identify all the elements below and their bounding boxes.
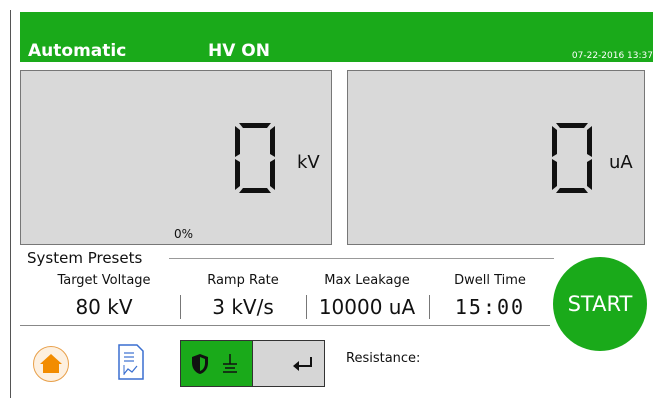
ground-icon bbox=[223, 354, 237, 373]
report-button[interactable] bbox=[117, 343, 145, 381]
dwell-time-value[interactable]: 15:00 bbox=[430, 295, 550, 319]
voltage-unit: kV bbox=[297, 152, 320, 173]
shield-icon bbox=[192, 354, 208, 374]
return-icon bbox=[293, 357, 312, 371]
ramp-rate-value[interactable]: 3 kV/s bbox=[183, 295, 303, 319]
current-display-panel: uA bbox=[347, 70, 645, 245]
preset-separator bbox=[180, 295, 181, 319]
datetime-label: 07-22-2016 13:37 bbox=[571, 51, 653, 61]
ground-toggle[interactable] bbox=[180, 340, 325, 387]
max-leakage-label: Max Leakage bbox=[324, 273, 410, 288]
target-voltage-value[interactable]: 80 kV bbox=[44, 295, 164, 319]
system-presets-title: System Presets bbox=[27, 249, 143, 267]
voltage-display-panel: kV 0% bbox=[20, 70, 332, 245]
current-seven-segment-digit bbox=[552, 123, 592, 193]
hv-status-label: HV ON bbox=[208, 41, 270, 61]
ground-toggle-on-side[interactable] bbox=[181, 341, 253, 386]
bottom-divider bbox=[20, 325, 550, 326]
resistance-label: Resistance: bbox=[346, 351, 421, 366]
document-icon bbox=[118, 344, 144, 380]
voltage-seven-segment-digit bbox=[235, 123, 275, 193]
home-button[interactable] bbox=[33, 346, 69, 382]
home-icon bbox=[40, 354, 62, 373]
max-leakage-value[interactable]: 10000 uA bbox=[307, 295, 427, 319]
ground-toggle-off-side[interactable] bbox=[253, 341, 324, 386]
start-button[interactable]: START bbox=[553, 257, 647, 351]
left-frame-line bbox=[10, 10, 11, 398]
target-voltage-label: Target Voltage bbox=[57, 273, 151, 288]
section-divider bbox=[169, 258, 554, 259]
ramp-percent: 0% bbox=[174, 227, 194, 241]
mode-label: Automatic bbox=[28, 41, 127, 61]
dwell-time-label: Dwell Time bbox=[454, 273, 526, 288]
current-unit: uA bbox=[609, 152, 633, 173]
ramp-rate-label: Ramp Rate bbox=[207, 273, 279, 288]
status-header: Automatic HV ON 07-22-2016 13:37 bbox=[20, 12, 653, 62]
